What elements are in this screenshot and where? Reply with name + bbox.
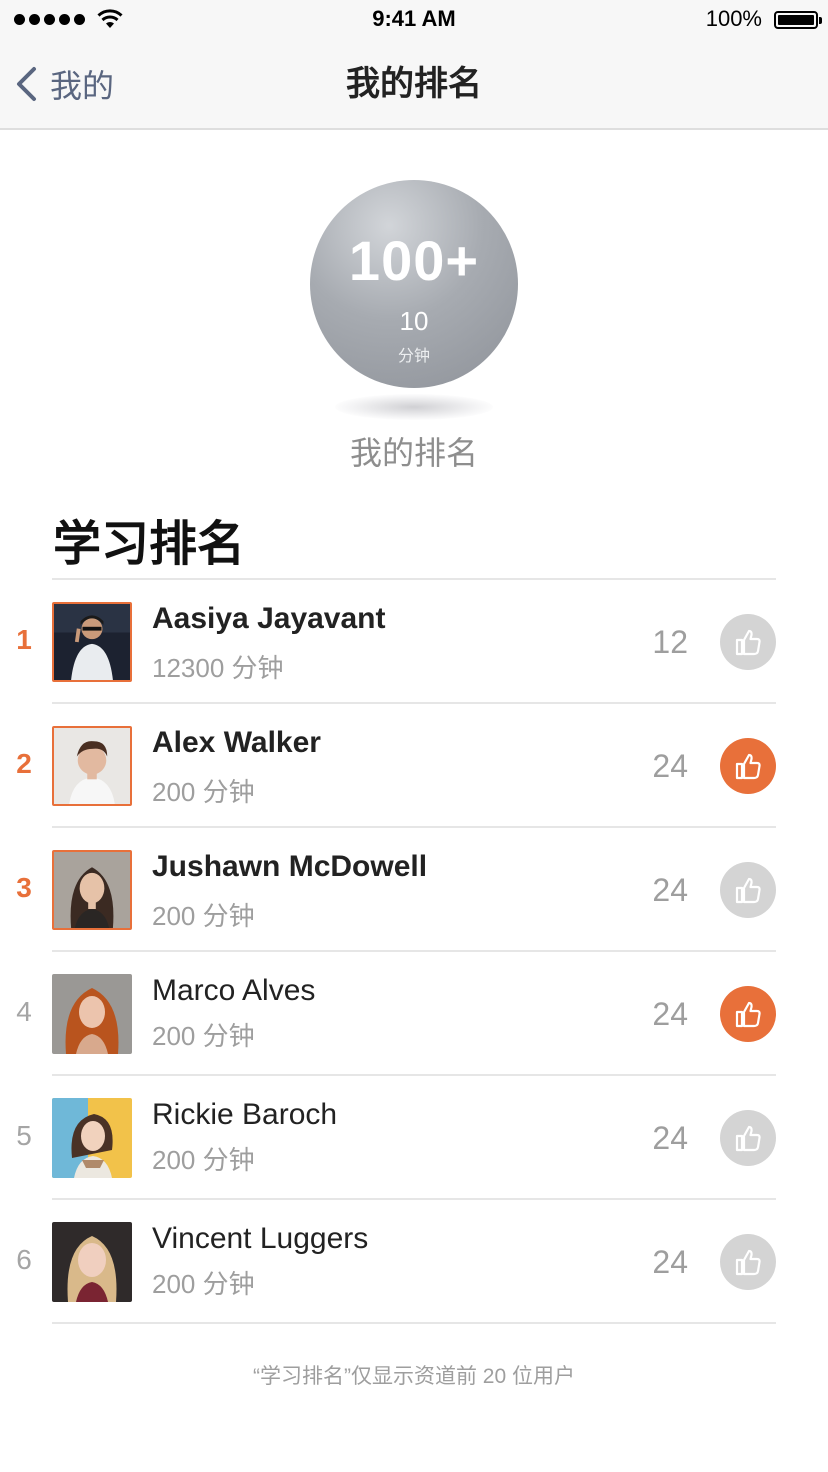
- ranking-row[interactable]: 1 Aasiya Jayavant 12300 分钟 12: [0, 580, 828, 704]
- like-button[interactable]: [720, 1234, 776, 1290]
- like-count: 24: [652, 872, 688, 908]
- thumbs-up-icon: [735, 1001, 761, 1028]
- my-rank-minutes: 10: [399, 306, 429, 336]
- like-button[interactable]: [720, 986, 776, 1042]
- thumbs-up-icon: [735, 1249, 761, 1276]
- study-minutes: 200 分钟: [152, 777, 255, 807]
- ranking-row[interactable]: 3 Jushawn McDowell 200 分钟 24: [0, 828, 828, 952]
- thumbs-up-icon: [735, 1125, 761, 1152]
- like-count: 24: [652, 996, 688, 1032]
- battery-icon: [774, 11, 822, 29]
- badge-shadow: [335, 394, 493, 420]
- section-title: 学习排名: [53, 518, 246, 571]
- like-button[interactable]: [720, 862, 776, 918]
- rank-number: 1: [16, 624, 32, 655]
- user-name: Alex Walker: [152, 726, 321, 759]
- avatar[interactable]: [52, 974, 132, 1054]
- avatar[interactable]: [52, 850, 132, 930]
- study-minutes: 200 分钟: [152, 1021, 255, 1051]
- user-name: Rickie Baroch: [152, 1098, 338, 1131]
- ranking-row[interactable]: 6 Vincent Luggers 200 分钟 24: [0, 1200, 828, 1324]
- study-minutes: 200 分钟: [152, 901, 255, 931]
- nav-bar: 我的 我的排名: [0, 40, 828, 130]
- study-minutes: 200 分钟: [152, 1145, 255, 1175]
- rank-number: 3: [16, 872, 32, 903]
- user-name: Jushawn McDowell: [152, 850, 428, 883]
- thumbs-up-icon: [735, 753, 761, 780]
- like-count: 24: [652, 1244, 688, 1280]
- ranking-row[interactable]: 4 Marco Alves 200 分钟 24: [0, 952, 828, 1076]
- user-name: Marco Alves: [152, 974, 316, 1007]
- user-name: Vincent Luggers: [152, 1222, 369, 1255]
- my-rank-unit: 分钟: [397, 348, 430, 365]
- thumbs-up-icon: [735, 877, 761, 904]
- status-time: 9:41 AM: [372, 6, 456, 31]
- like-count: 12: [652, 624, 688, 660]
- like-button[interactable]: [720, 614, 776, 670]
- avatar[interactable]: [52, 1098, 132, 1178]
- battery-percentage: 100%: [705, 6, 762, 31]
- study-minutes: 12300 分钟: [152, 653, 284, 683]
- study-minutes: 200 分钟: [152, 1269, 255, 1299]
- like-count: 24: [652, 748, 688, 784]
- user-name: Aasiya Jayavant: [152, 602, 386, 635]
- my-rank-value: 100+: [348, 229, 480, 292]
- page-title: 我的排名: [346, 65, 482, 103]
- rank-number: 6: [16, 1244, 32, 1275]
- status-bar: 9:41 AM 100%: [0, 0, 828, 40]
- avatar[interactable]: [52, 1222, 132, 1302]
- avatar[interactable]: [52, 602, 132, 682]
- ranking-row[interactable]: 5 Rickie Baroch 200 分钟 24: [0, 1076, 828, 1200]
- like-count: 24: [652, 1120, 688, 1156]
- rank-number: 2: [16, 748, 32, 779]
- my-rank-badge: 100+ 10 分钟: [310, 180, 518, 388]
- avatar[interactable]: [52, 726, 132, 806]
- like-button[interactable]: [720, 1110, 776, 1166]
- rank-number: 5: [16, 1120, 32, 1151]
- ranking-list: 1 Aasiya Jayavant 12300 分钟 12 2 Alex Wal…: [0, 580, 828, 1324]
- ranking-row[interactable]: 2 Alex Walker 200 分钟 24: [0, 704, 828, 828]
- my-rank-caption: 我的排名: [349, 435, 478, 471]
- thumbs-up-icon: [735, 629, 761, 656]
- rank-number: 4: [16, 996, 32, 1027]
- footer-note: “学习排名”仅显示资道前 20 位用户: [252, 1365, 575, 1388]
- like-button[interactable]: [720, 738, 776, 794]
